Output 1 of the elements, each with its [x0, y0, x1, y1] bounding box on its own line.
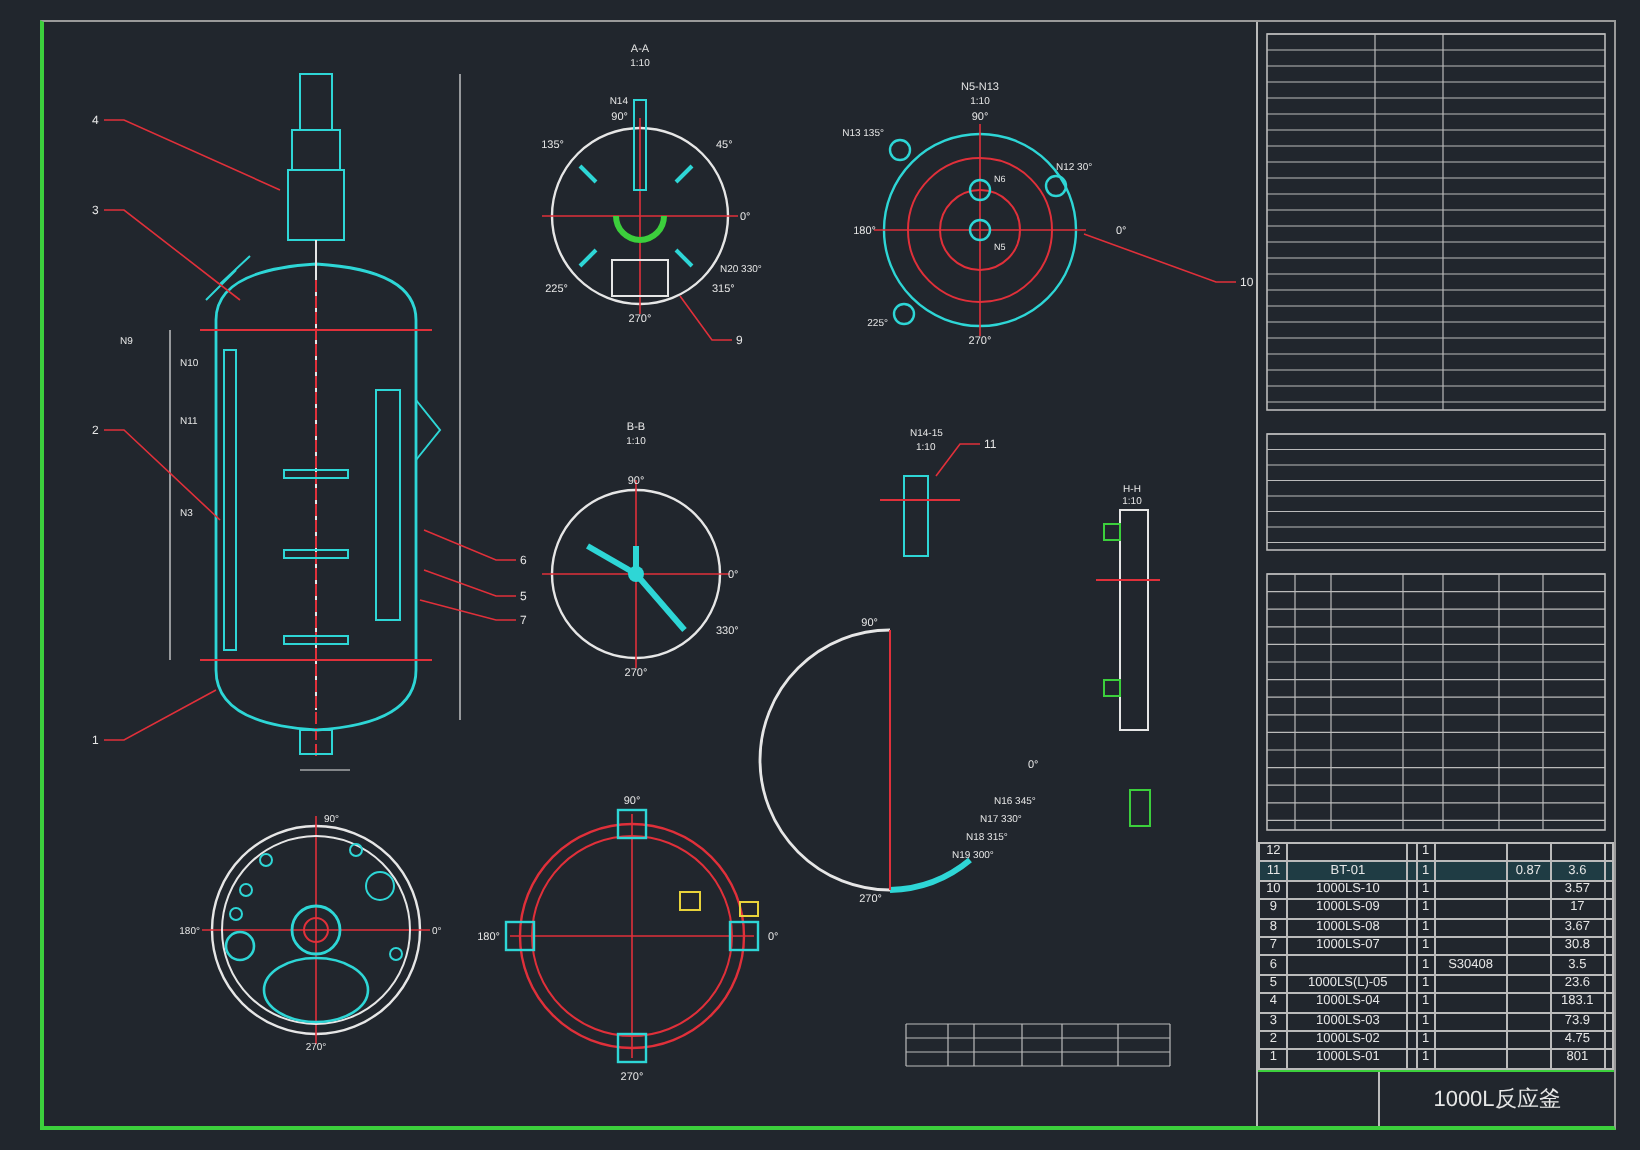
drawing-title: 1000L反应釜 — [1433, 1085, 1561, 1114]
